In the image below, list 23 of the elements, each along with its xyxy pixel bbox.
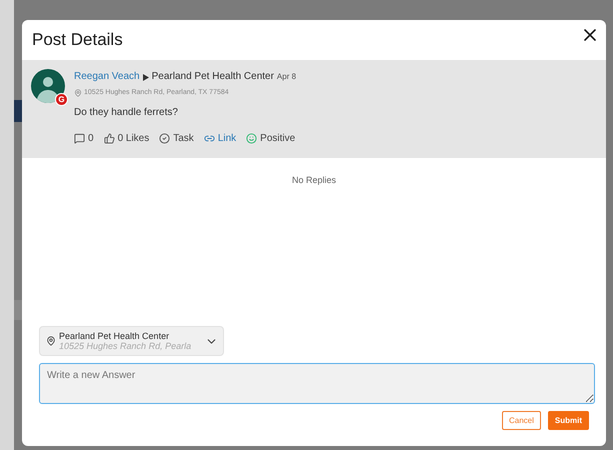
- likes-icon: [104, 133, 115, 144]
- dialog-title: Post Details: [32, 29, 123, 52]
- source-badge: G: [55, 93, 68, 106]
- answer-field[interactable]: Write a new Answer: [39, 363, 595, 404]
- comments-action[interactable]: 0: [74, 131, 94, 146]
- author-link[interactable]: Reegan Veach: [74, 69, 140, 84]
- location-name: Pearland Pet Health Center: [152, 70, 274, 84]
- sentiment-action[interactable]: Positive: [246, 131, 296, 146]
- task-action[interactable]: Task: [159, 131, 194, 146]
- link-action[interactable]: Link: [204, 131, 236, 146]
- pin-icon: [74, 89, 82, 97]
- likes-action[interactable]: 0 Likes: [104, 131, 150, 146]
- task-icon: [159, 133, 170, 144]
- post-text: Do they handle ferrets?: [74, 106, 179, 120]
- comments-icon: [74, 133, 85, 144]
- empty-replies-text: No Replies: [290, 174, 338, 187]
- avatar-icon: [31, 69, 65, 103]
- location-select[interactable]: Pearland Pet Health Center 10525 Hughes Ranch Rd, Pearla: [39, 326, 224, 356]
- pin-icon: [46, 336, 56, 346]
- post-date: Apr 8: [276, 71, 296, 83]
- sentiment-icon: [246, 133, 258, 144]
- triangle-icon: [142, 74, 149, 80]
- link-icon: [204, 133, 215, 144]
